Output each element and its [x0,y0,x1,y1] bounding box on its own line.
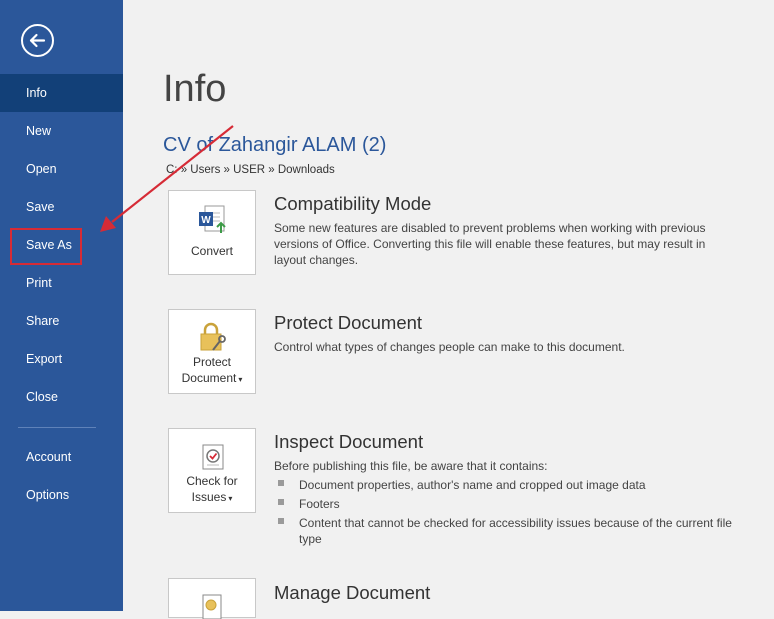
inspect-bullet-item: Footers [299,497,340,511]
check-for-issues-label: Check for Issues ▾ [169,473,255,507]
word-document-icon: W [199,205,226,233]
backstage-sidebar: Info New Open Save Save As Print Share E… [0,0,123,611]
sidebar-item-close[interactable]: Close [0,378,123,416]
sidebar-item-open[interactable]: Open [0,150,123,188]
sidebar-item-save[interactable]: Save [0,188,123,226]
inspect-document-icon [202,444,224,470]
document-name: CV of Zahangir ALAM (2) [163,134,387,156]
protect-document-title: Protect Document [274,312,423,333]
protect-label-text: Document [181,371,237,385]
bullet-icon [278,518,284,524]
bullet-icon [278,499,284,505]
info-panel: Info CV of Zahangir ALAM (2) C: » Users … [123,0,774,619]
check-label-line1: Check for [186,474,238,488]
check-for-issues-button[interactable]: Check for Issues ▾ [168,428,256,513]
sidebar-item-print[interactable]: Print [0,264,123,302]
sidebar-item-share[interactable]: Share [0,302,123,340]
protect-document-label: Protect Document ▾ [169,354,255,388]
inspect-document-title: Inspect Document [274,431,424,452]
protect-label-line1: Protect [192,355,231,369]
sidebar-item-new[interactable]: New [0,112,123,150]
page-title: Info [163,68,227,110]
back-arrow-icon [29,33,46,48]
inspect-document-desc: Before publishing this file, be aware th… [274,459,548,473]
dropdown-caret-icon: ▾ [238,375,243,384]
sidebar-item-account[interactable]: Account [0,438,123,476]
sidebar-item-info[interactable]: Info [0,74,123,112]
inspect-bullet-item: Document properties, author's name and c… [299,478,646,492]
back-button[interactable] [21,24,54,57]
sidebar-item-export[interactable]: Export [0,340,123,378]
convert-button[interactable]: W Convert [168,190,256,275]
dropdown-caret-icon: ▾ [228,494,233,503]
sidebar-divider [18,427,96,428]
compatibility-mode-title: Compatibility Mode [274,193,432,214]
manage-document-icon [202,594,222,619]
document-path[interactable]: C: » Users » USER » Downloads [166,164,335,176]
check-label-text: Issues [191,490,227,504]
protect-document-button[interactable]: Protect Document ▾ [168,309,256,394]
protect-document-desc: Control what types of changes people can… [274,340,625,354]
protect-label-line2: Document ▾ [169,370,255,388]
sidebar-item-options[interactable]: Options [0,476,123,514]
inspect-bullet-item: Content that cannot be checked for acces… [299,516,732,546]
manage-document-title: Manage Document [274,582,431,603]
svg-text:W: W [201,215,211,226]
convert-label: Convert [190,244,234,258]
manage-document-button[interactable] [168,578,256,619]
lock-key-icon [200,322,226,351]
save-as-highlight-box [10,228,82,265]
check-label-line2: Issues ▾ [169,489,255,507]
bullet-icon [278,480,284,486]
compatibility-mode-desc: Some new features are disabled to preven… [274,221,706,267]
